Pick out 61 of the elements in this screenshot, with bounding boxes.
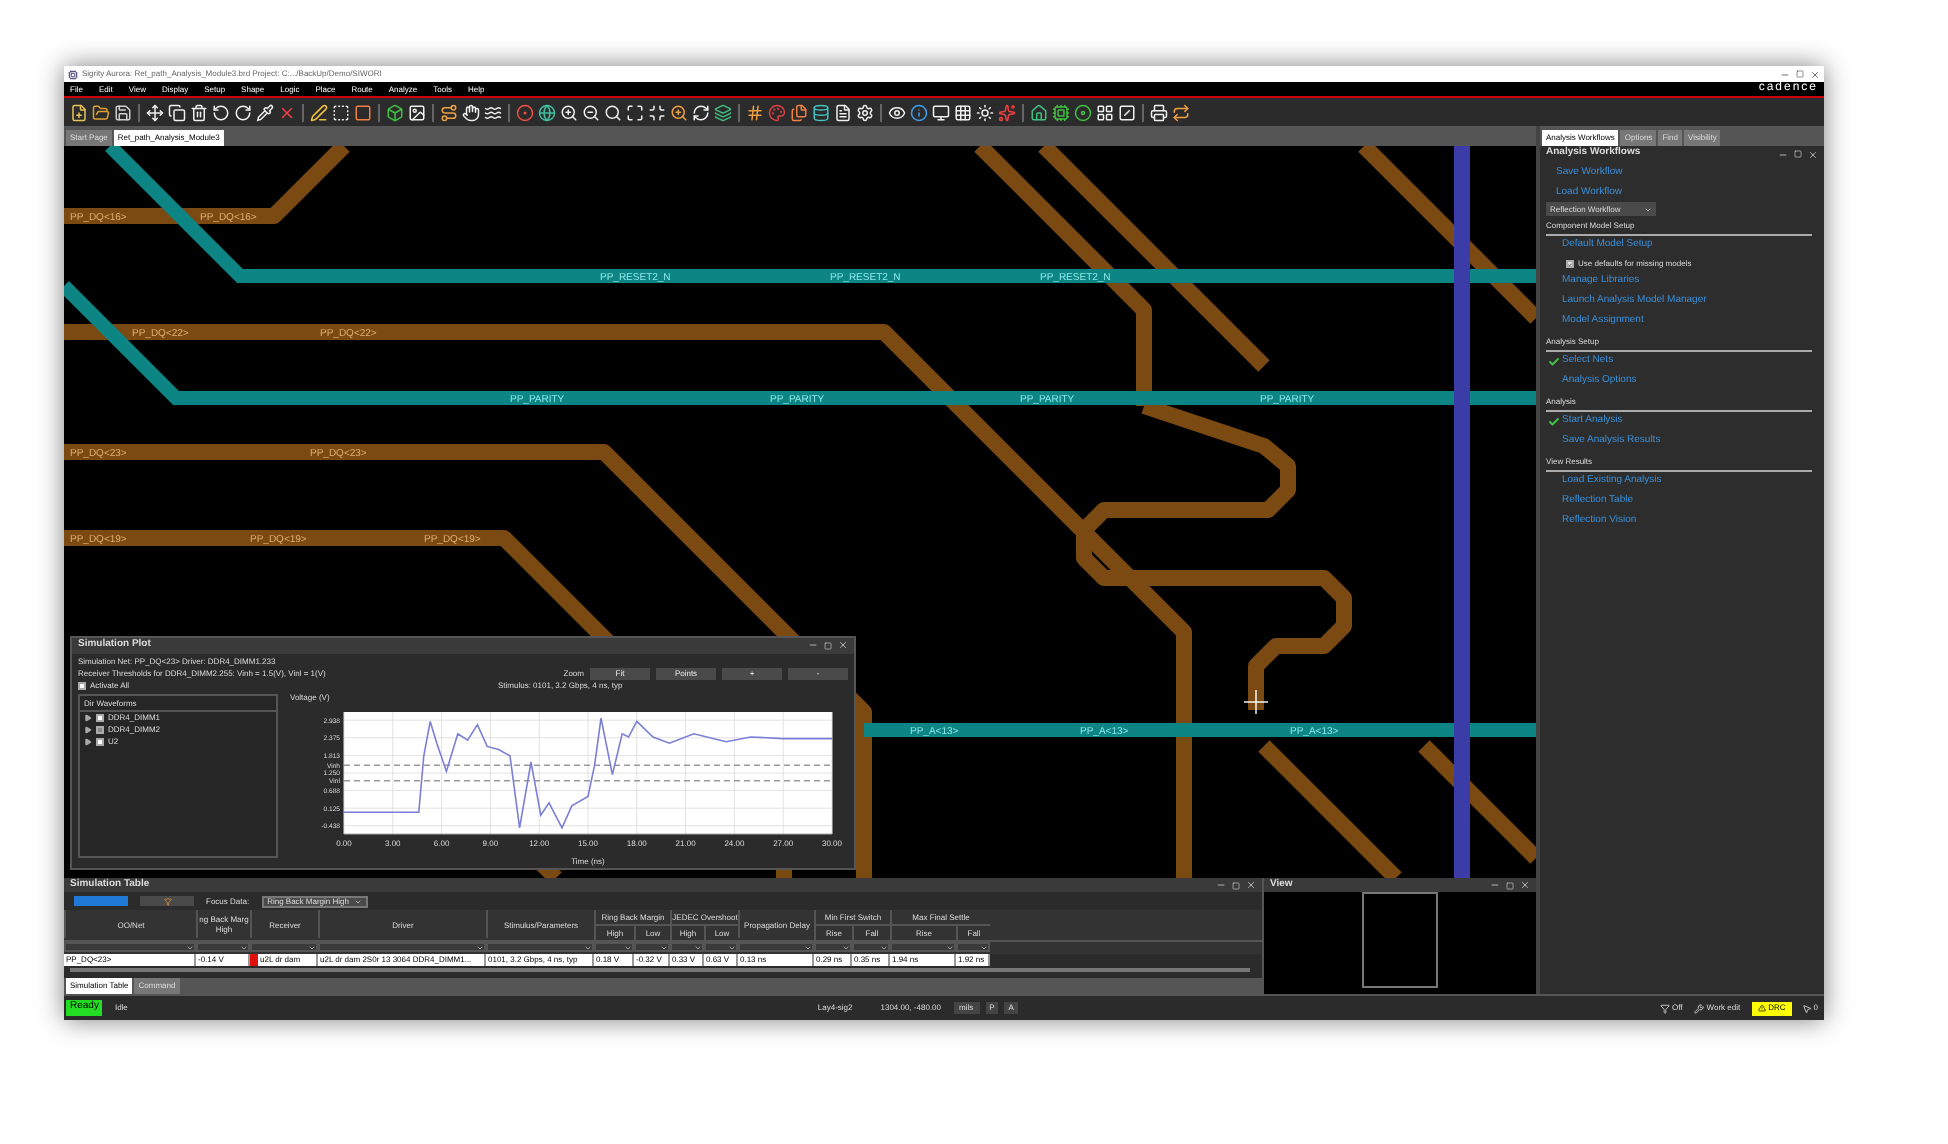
redo-icon[interactable] (234, 103, 252, 121)
square-icon[interactable] (354, 103, 372, 121)
hash-icon[interactable] (746, 103, 764, 121)
info-icon[interactable] (910, 103, 928, 121)
waveform-checkbox[interactable] (96, 737, 104, 745)
filter-icon (1660, 1003, 1670, 1013)
pcb-trace (1258, 740, 1402, 878)
gear-icon[interactable] (856, 103, 874, 121)
waves-icon[interactable] (484, 103, 502, 121)
view-frame (1362, 892, 1438, 988)
undo-icon[interactable] (212, 103, 230, 121)
slash-square-icon[interactable] (1118, 103, 1136, 121)
crosshair-cursor-icon (1243, 689, 1269, 715)
repeat-icon[interactable] (1172, 103, 1190, 121)
eye-icon[interactable] (888, 103, 906, 121)
waveform-checkbox[interactable] (96, 713, 104, 721)
grid-icon[interactable] (954, 103, 972, 121)
palette-icon[interactable] (768, 103, 786, 121)
files-icon[interactable] (790, 103, 808, 121)
globe-icon[interactable] (538, 103, 556, 121)
printer-icon[interactable] (1150, 103, 1168, 121)
hand-icon[interactable] (462, 103, 480, 121)
monitor-icon[interactable] (932, 103, 950, 121)
pointer-icon (1801, 1003, 1812, 1013)
zoom-in-icon[interactable] (670, 103, 688, 121)
search-icon[interactable] (604, 103, 622, 121)
route-icon[interactable] (440, 103, 458, 121)
layers-icon[interactable] (714, 103, 732, 121)
sparkles-icon[interactable] (998, 103, 1016, 121)
dashed-square-icon[interactable] (332, 103, 350, 121)
pen-icon[interactable] (310, 103, 328, 121)
activate-all-checkbox[interactable] (78, 682, 86, 690)
image-icon[interactable] (408, 103, 426, 121)
close-icon[interactable] (278, 103, 296, 121)
zoom-out-icon[interactable] (582, 103, 600, 121)
checkbox[interactable] (1566, 260, 1574, 268)
file-plus-icon[interactable] (70, 103, 88, 121)
minimize-icon[interactable] (648, 103, 666, 121)
wrench-icon (1694, 1003, 1705, 1013)
refresh-icon[interactable] (692, 103, 710, 121)
layout-icon[interactable] (1096, 103, 1114, 121)
folder-icon[interactable] (92, 103, 110, 121)
disc-icon[interactable] (1074, 103, 1092, 121)
move-icon[interactable] (146, 103, 164, 121)
pcb-canvas[interactable] (64, 146, 1536, 878)
house-icon[interactable] (1030, 103, 1048, 121)
sun-icon[interactable] (976, 103, 994, 121)
waveform-checkbox[interactable] (96, 725, 104, 733)
chip-icon[interactable] (1052, 103, 1070, 121)
database-icon[interactable] (812, 103, 830, 121)
warning-icon (1758, 1004, 1767, 1012)
app-icon (68, 69, 78, 79)
copy-icon[interactable] (168, 103, 186, 121)
pipette-icon[interactable] (256, 103, 274, 121)
save-icon[interactable] (114, 103, 132, 121)
maximize-icon[interactable] (626, 103, 644, 121)
target-icon[interactable] (516, 103, 534, 121)
filter-icon (163, 897, 171, 905)
document-icon[interactable] (834, 103, 852, 121)
trash-icon[interactable] (190, 103, 208, 121)
box-icon[interactable] (386, 103, 404, 121)
